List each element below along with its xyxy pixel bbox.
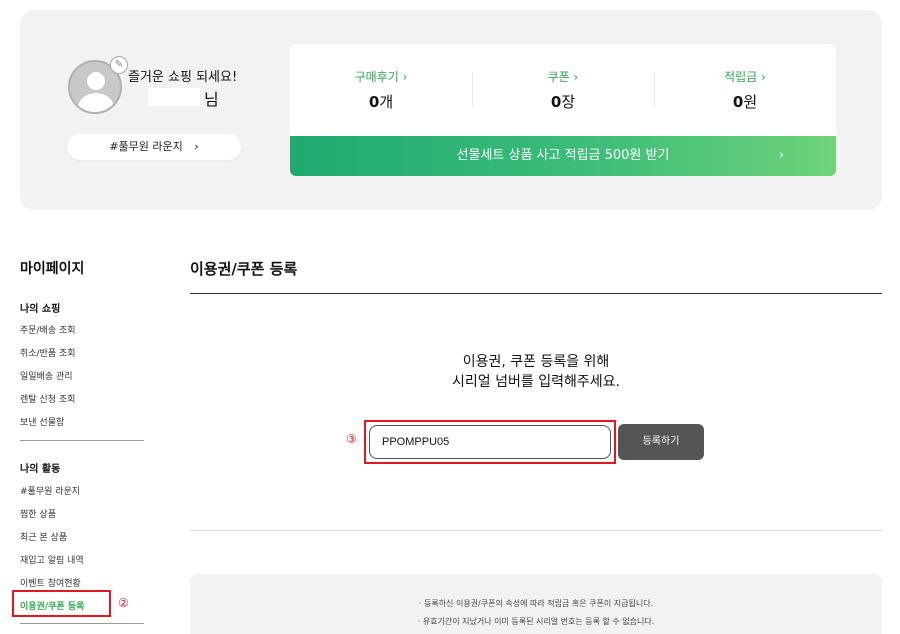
annotation-box — [12, 590, 111, 617]
section-divider — [190, 530, 882, 531]
stat-reviews[interactable]: 구매후기 › 0개 — [290, 68, 472, 112]
sidebar-item-sent-gifts[interactable]: 보낸 선물함 — [20, 415, 64, 428]
sidebar-title: 마이페이지 — [20, 261, 85, 277]
register-button[interactable]: 등록하기 — [618, 424, 704, 460]
sidebar-item-daily-delivery[interactable]: 일일배송 관리 — [20, 369, 73, 382]
stat-label: 구매후기 › — [354, 70, 408, 84]
sidebar: 마이페이지 나의 쇼핑 주문/배송 조회 취소/반품 조회 일일배송 관리 렌탈… — [20, 250, 146, 634]
chevron-right-icon: › — [194, 140, 199, 153]
instruction-line: 시리얼 넘버를 입력해주세요. — [452, 374, 620, 390]
notice-box: · 등록하신 이용권/쿠폰의 속성에 따라 적립금 혹은 쿠폰이 지급됩니다. … — [190, 574, 882, 634]
stat-label: 쿠폰 › — [547, 70, 579, 84]
avatar-head — [87, 72, 105, 90]
sidebar-item-recently-viewed[interactable]: 최근 본 상품 — [20, 530, 67, 543]
stat-coupons[interactable]: 쿠폰 › 0장 — [472, 68, 654, 112]
notice-line: · 등록하신 이용권/쿠폰의 속성에 따라 적립금 혹은 쿠폰이 지급됩니다. — [418, 599, 654, 608]
sidebar-item-lounge[interactable]: #풀무원 라운지 — [20, 484, 80, 497]
avatar-body — [78, 93, 114, 112]
sidebar-item-rental[interactable]: 렌탈 신청 조회 — [20, 392, 75, 405]
stat-label: 적립금 › — [724, 70, 766, 84]
stat-value: 0개 — [368, 93, 394, 111]
sidebar-item-events[interactable]: 이벤트 참여현황 — [20, 576, 81, 589]
lounge-label: #풀무원 라운지 — [109, 140, 183, 153]
name-redacted — [148, 88, 200, 106]
greeting-text: 즐거운 쇼핑 되세요! — [128, 70, 238, 85]
page-title: 이용권/쿠폰 등록 — [190, 260, 298, 278]
chevron-right-icon: › — [778, 148, 784, 163]
sidebar-item-wishlist[interactable]: 찜한 상품 — [20, 507, 56, 520]
profile-panel: ✎ 즐거운 쇼핑 되세요! 님 #풀무원 라운지 › 구매후기 › 0개 쿠폰 … — [20, 10, 882, 210]
user-name: 님 — [128, 86, 228, 109]
instruction-line: 이용권, 쿠폰 등록을 위해 — [462, 354, 610, 370]
sidebar-item-restock-alerts[interactable]: 재입고 알림 내역 — [20, 553, 84, 566]
sidebar-section-title: 나의 활동 — [20, 464, 61, 475]
stats-card: 구매후기 › 0개 쿠폰 › 0장 적립금 › 0원 선물세트 상품 사고 적립… — [290, 44, 836, 176]
sidebar-divider — [20, 440, 144, 441]
sidebar-item-order-delivery[interactable]: 주문/배송 조회 — [20, 323, 76, 336]
stat-value: 0원 — [732, 93, 758, 111]
promo-banner[interactable]: 선물세트 상품 사고 적립금 500원 받기 › — [290, 136, 836, 176]
stat-points[interactable]: 적립금 › 0원 — [654, 68, 836, 112]
lounge-button[interactable]: #풀무원 라운지 › — [67, 134, 241, 160]
sidebar-item-cancel-return[interactable]: 취소/반품 조회 — [20, 346, 76, 359]
pencil-icon[interactable]: ✎ — [110, 56, 128, 74]
promo-text: 선물세트 상품 사고 적립금 500원 받기 — [456, 148, 670, 163]
annotation-number: ③ — [346, 432, 357, 446]
instruction-text: 이용권, 쿠폰 등록을 위해 시리얼 넘버를 입력해주세요. — [190, 352, 882, 392]
sidebar-section-title: 나의 쇼핑 — [20, 304, 61, 315]
sidebar-divider — [20, 623, 144, 624]
title-divider — [190, 293, 882, 294]
annotation-number: ② — [118, 596, 129, 610]
serial-number-input[interactable] — [369, 425, 611, 459]
notice-line: · 유효기간이 지났거나 이미 등록된 시리얼 번호는 등록 할 수 없습니다. — [417, 617, 655, 626]
name-suffix: 님 — [204, 90, 219, 109]
stat-value: 0장 — [550, 93, 576, 111]
